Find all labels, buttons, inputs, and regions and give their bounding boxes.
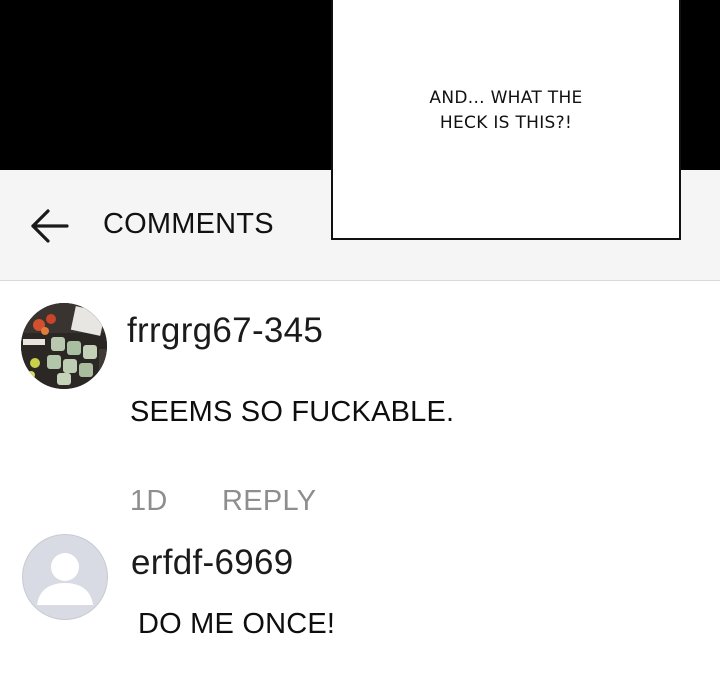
comment-text: SEEMS SO FUCKABLE. xyxy=(130,396,455,428)
arrow-left-icon[interactable] xyxy=(28,205,70,247)
comment-text: DO ME ONCE! xyxy=(138,608,336,640)
avatar[interactable] xyxy=(22,534,108,620)
default-user-icon xyxy=(37,553,93,605)
comment-username[interactable]: frrgrg67-345 xyxy=(127,310,323,352)
comment-username[interactable]: erfdf-6969 xyxy=(131,542,294,584)
speech-line-2: HECK IS THIS?! xyxy=(439,113,573,133)
reply-button[interactable]: REPLY xyxy=(222,483,316,519)
comments-list xyxy=(0,281,720,700)
avatar-photo-image xyxy=(21,303,107,389)
speech-text: AND... WHAT THE HECK IS THIS?! xyxy=(333,86,679,136)
page-title: COMMENTS xyxy=(103,208,274,240)
avatar[interactable] xyxy=(21,303,107,389)
speech-line-1: AND... WHAT THE xyxy=(429,88,583,108)
comic-speech-panel: AND... WHAT THE HECK IS THIS?! xyxy=(331,0,681,240)
comment-timestamp: 1D xyxy=(130,485,168,517)
